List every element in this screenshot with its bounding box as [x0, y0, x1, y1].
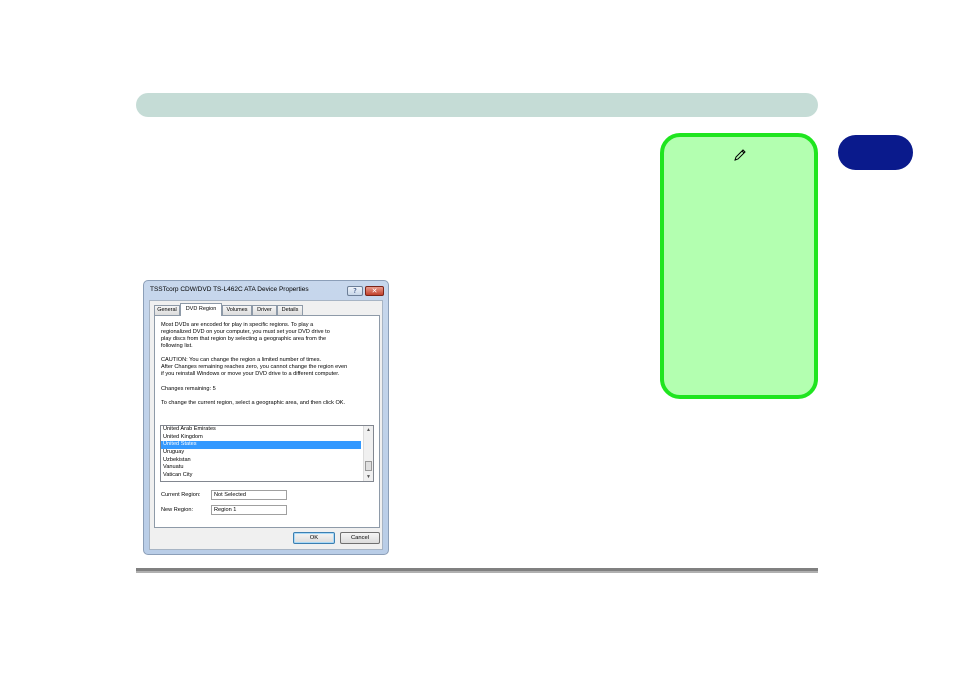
current-region-label: Current Region: [161, 492, 201, 498]
current-region-field: Not Selected [211, 490, 287, 500]
scroll-thumb[interactable] [365, 461, 372, 471]
page-header-bar [136, 93, 818, 117]
cancel-button[interactable]: Cancel [340, 532, 380, 544]
page-footer-rule [136, 568, 818, 573]
note-box [660, 133, 818, 399]
list-item[interactable]: Uzbekistan [161, 457, 361, 465]
list-item[interactable]: Vatican City [161, 472, 361, 480]
instruction-text: To change the current region, select a g… [161, 400, 346, 406]
close-button[interactable]: ✕ [365, 286, 384, 296]
list-item-selected[interactable]: United States [161, 441, 361, 450]
scroll-up-icon[interactable]: ▲ [364, 426, 373, 434]
new-region-label: New Region: [161, 507, 194, 513]
list-item[interactable]: Uruguay [161, 449, 361, 457]
tab-volumes[interactable]: Volumes [222, 305, 252, 315]
intro-line: following list. [161, 343, 193, 349]
dvd-region-panel: Most DVDs are encoded for play in specif… [154, 315, 380, 528]
dialog-title: TSSTcorp CDW/DVD TS-L462C ATA Device Pro… [150, 286, 309, 293]
ok-button[interactable]: OK [293, 532, 335, 544]
tab-driver[interactable]: Driver [252, 305, 277, 315]
dialog-titlebar[interactable]: TSSTcorp CDW/DVD TS-L462C ATA Device Pro… [144, 281, 388, 299]
help-button[interactable]: ? [347, 286, 363, 296]
caution-line: if you reinstall Windows or move your DV… [161, 371, 340, 377]
tab-dvd-region[interactable]: DVD Region [180, 303, 222, 316]
listbox-scrollbar[interactable]: ▲ ▼ [363, 426, 373, 481]
list-item[interactable]: Vanuatu [161, 464, 361, 472]
list-item[interactable]: United Kingdom [161, 434, 361, 442]
pencil-icon [734, 149, 746, 161]
chapter-tab [838, 135, 913, 170]
list-item[interactable]: United Arab Emirates [161, 426, 361, 434]
device-properties-dialog: TSSTcorp CDW/DVD TS-L462C ATA Device Pro… [143, 280, 389, 555]
tab-general[interactable]: General [154, 305, 180, 315]
scroll-down-icon[interactable]: ▼ [364, 473, 373, 481]
tab-details[interactable]: Details [277, 305, 303, 315]
new-region-field: Region 1 [211, 505, 287, 515]
changes-remaining: Changes remaining: 5 [161, 386, 216, 392]
dialog-client-area: General DVD Region Volumes Driver Detail… [149, 300, 383, 550]
region-listbox[interactable]: United Arab Emirates United Kingdom Unit… [160, 425, 374, 482]
